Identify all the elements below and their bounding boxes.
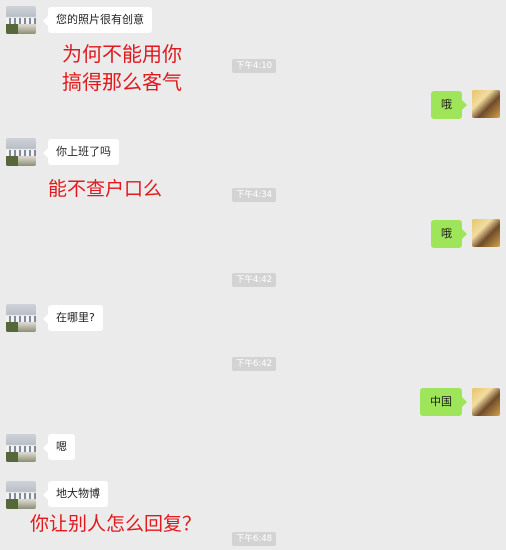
chat-window: 您的照片很有创意 为何不能用你 搞得那么客气 下午4:10 哦 你上班了吗 能不… [0, 0, 506, 550]
annotation-caption: 能不查户口么 [48, 178, 163, 200]
user-avatar[interactable] [472, 90, 500, 118]
received-message[interactable]: 您的照片很有创意 [43, 7, 152, 33]
received-message[interactable]: 在哪里? [43, 305, 103, 331]
timestamp: 下午6:42 [232, 357, 277, 371]
contact-avatar[interactable] [6, 434, 36, 462]
received-message[interactable]: 嗯 [43, 434, 75, 460]
contact-avatar[interactable] [6, 481, 36, 509]
annotation-caption: 你让别人怎么回复？ [30, 513, 202, 535]
sent-message[interactable]: 中国 [420, 388, 467, 416]
sent-message[interactable]: 哦 [431, 220, 467, 248]
annotation-caption-line: 搞得那么客气 [62, 70, 182, 94]
annotation-caption-line: 为何不能用你 [62, 42, 182, 66]
timestamp: 下午4:10 [232, 59, 277, 73]
annotation-caption: 为何不能用你 搞得那么客气 [62, 40, 182, 96]
contact-avatar[interactable] [6, 6, 36, 34]
contact-avatar[interactable] [6, 138, 36, 166]
sent-message[interactable]: 哦 [431, 91, 467, 119]
user-avatar[interactable] [472, 219, 500, 247]
received-message[interactable]: 你上班了吗 [43, 139, 119, 165]
user-avatar[interactable] [472, 388, 500, 416]
received-message[interactable]: 地大物博 [43, 481, 108, 507]
timestamp: 下午6:48 [232, 532, 277, 546]
timestamp: 下午4:42 [232, 273, 277, 287]
contact-avatar[interactable] [6, 304, 36, 332]
timestamp: 下午4:34 [232, 188, 277, 202]
